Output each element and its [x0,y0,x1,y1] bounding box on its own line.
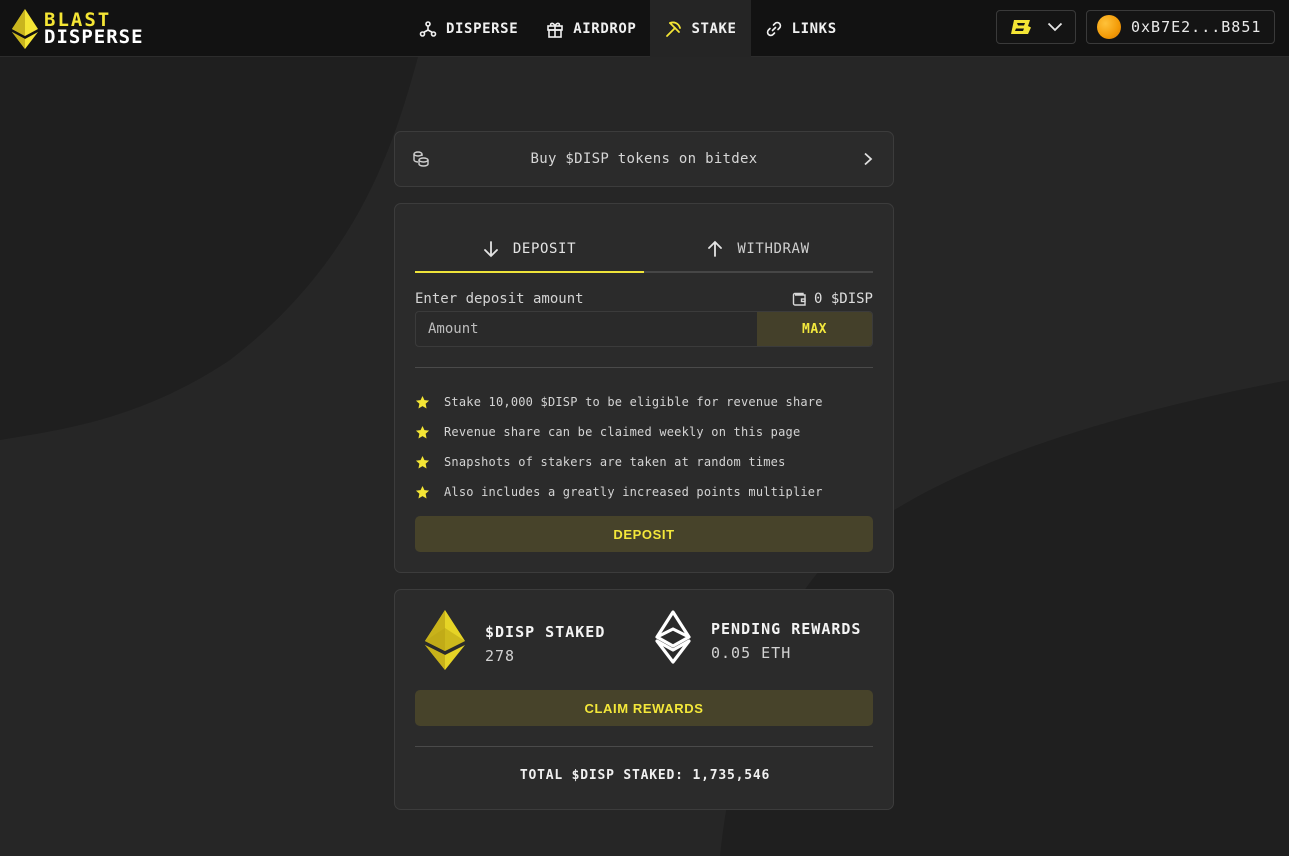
link-icon [766,21,781,36]
max-button[interactable]: MAX [757,312,872,346]
list-item: Snapshots of stakers are taken at random… [415,447,873,477]
chain-selector[interactable] [996,10,1076,44]
buy-tokens-label: Buy $DISP tokens on bitdex [530,151,758,167]
nav-label-links: LINKS [791,20,837,37]
disperse-icon [419,20,437,37]
brand-logo[interactable]: BLAST DISPERSE [12,8,152,50]
star-icon [415,425,430,438]
chevron-down-icon [1047,22,1063,32]
nav-label-stake: STAKE [691,20,737,37]
nav-label-disperse: DISPERSE [446,20,519,37]
list-item: Also includes a greatly increased points… [415,477,873,507]
benefit-text: Revenue share can be claimed weekly on t… [444,425,801,439]
coins-icon [413,151,429,167]
pickaxe-icon [666,21,682,37]
amount-input-group: MAX [415,311,873,347]
ethereum-logo-icon [12,9,38,49]
pending-rewards-value: 0.05 ETH [711,644,792,662]
wallet-address: 0xB7E2...B851 [1131,18,1262,36]
main-nav: DISPERSE AIRDROP STAKE LINKS [405,0,851,57]
deposit-button[interactable]: DEPOSIT [415,516,873,552]
nav-item-airdrop[interactable]: AIRDROP [532,0,650,57]
gift-icon [547,22,564,38]
staking-summary-panel: $DISP STAKED 278 PENDING REWARDS 0.05 ET… [394,589,894,810]
deposit-panel: DEPOSIT WITHDRAW Enter deposit amount 0 … [394,203,894,573]
rewards-stat: PENDING REWARDS 0.05 ETH [655,610,861,664]
total-staked: TOTAL $DISP STAKED: 1,735,546 [519,768,771,783]
list-item: Stake 10,000 $DISP to be eligible for re… [415,387,873,417]
wallet-button[interactable]: 0xB7E2...B851 [1086,10,1275,44]
amount-label-row: Enter deposit amount 0 $DISP [415,291,873,307]
benefit-text: Snapshots of stakers are taken at random… [444,455,786,469]
nav-item-stake[interactable]: STAKE [650,0,751,57]
wallet-balance: 0 $DISP [792,291,873,307]
benefit-text: Stake 10,000 $DISP to be eligible for re… [444,395,823,409]
pending-rewards-label: PENDING REWARDS [711,620,862,638]
star-icon [415,485,430,498]
deposit-amount-label: Enter deposit amount [415,291,584,307]
top-navigation-bar: BLAST DISPERSE DISPERSE AIRDROP STAKE LI… [0,0,1289,57]
blast-chain-icon [1011,20,1031,34]
tab-withdraw-label: WITHDRAW [737,240,810,257]
nav-item-disperse[interactable]: DISPERSE [405,0,532,57]
arrow-down-icon [483,240,498,257]
balance-value: 0 $DISP [813,291,873,307]
deposit-withdraw-tabs: DEPOSIT WITHDRAW [415,226,873,273]
disp-token-icon [425,610,465,670]
nav-item-links[interactable]: LINKS [751,0,851,57]
section-divider [415,746,873,747]
staked-value: 278 [485,647,516,665]
tab-deposit[interactable]: DEPOSIT [415,226,644,273]
ethereum-icon [655,610,691,664]
staked-stat: $DISP STAKED 278 [425,610,605,670]
list-item: Revenue share can be claimed weekly on t… [415,417,873,447]
star-icon [415,455,430,468]
arrow-up-icon [708,240,723,257]
wallet-avatar [1097,15,1121,39]
wallet-icon [792,292,806,306]
amount-input[interactable] [416,312,757,346]
benefit-text: Also includes a greatly increased points… [444,485,823,499]
staking-benefits-list: Stake 10,000 $DISP to be eligible for re… [415,387,873,507]
star-icon [415,395,430,408]
claim-rewards-button[interactable]: CLAIM REWARDS [415,690,873,726]
section-divider [415,367,873,368]
tab-deposit-label: DEPOSIT [512,240,577,257]
nav-label-airdrop: AIRDROP [573,20,637,37]
brand-name-line2: DISPERSE [44,26,144,48]
chevron-right-icon [864,152,873,166]
tab-withdraw[interactable]: WITHDRAW [644,226,873,271]
buy-tokens-banner[interactable]: Buy $DISP tokens on bitdex [394,131,894,187]
staked-label: $DISP STAKED [485,623,606,641]
